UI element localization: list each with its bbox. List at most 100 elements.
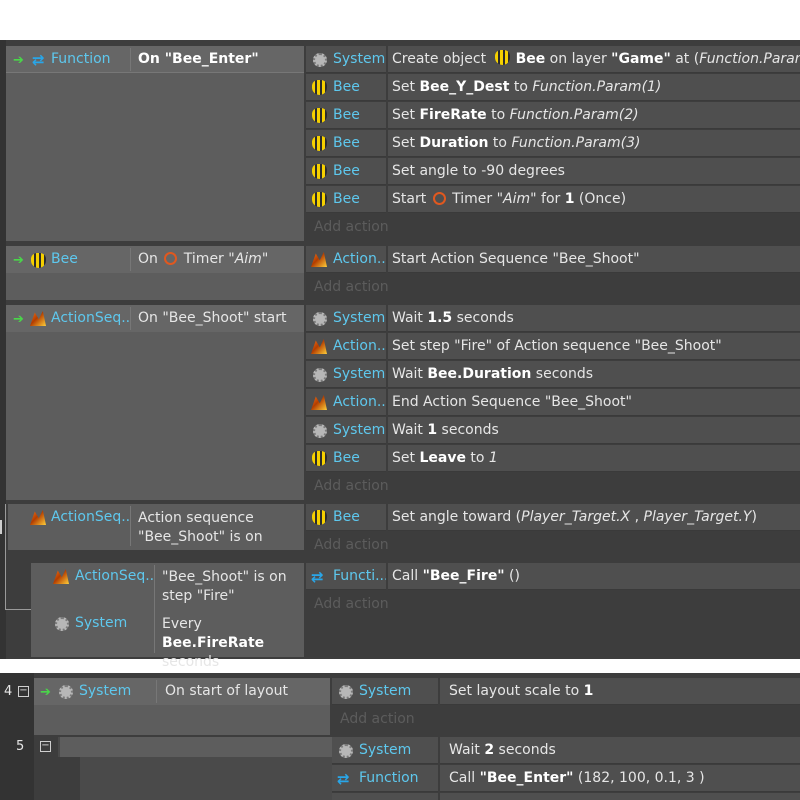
action-object[interactable]: System [333, 417, 386, 444]
action-object[interactable]: Bee [333, 158, 386, 185]
action-object[interactable]: Bee [333, 74, 386, 101]
action-text[interactable]: Wait 2 seconds [449, 737, 799, 764]
action-text-part: to [465, 450, 489, 466]
action-text-part: Wait [392, 310, 428, 326]
action-text[interactable]: Set FireRate to Function.Param(2) [392, 102, 800, 129]
action-text-italic: Player_Target.Y [643, 509, 752, 525]
event-1-condition-text[interactable]: On "Bee_Enter" [138, 46, 298, 73]
action-text-bold: "Bee_Fire" [422, 568, 505, 584]
action-object[interactable]: System [333, 305, 386, 332]
action-text-bold: Leave [419, 450, 466, 466]
condition-text-part: " [261, 251, 269, 267]
action-object[interactable]: System [359, 737, 437, 764]
action-text[interactable]: Set Bee_Y_Dest to Function.Param(1) [392, 74, 800, 101]
action-object[interactable]: Bee [333, 504, 386, 531]
action-object[interactable]: Action... [333, 389, 386, 416]
action-text-italic: 1 [488, 450, 498, 466]
collapse-toggle[interactable]: − [18, 686, 29, 697]
event-4-actions: Bee Set angle toward (Player_Target.X , … [306, 504, 800, 558]
action-object[interactable]: Action... [333, 246, 386, 273]
action-object[interactable]: Function [359, 765, 437, 792]
condition-line-2: step "Fire" [162, 588, 235, 604]
condition-text-italic: Aim [234, 251, 262, 267]
action-text-part: Set [392, 79, 420, 95]
event-2-object[interactable]: Bee [51, 246, 131, 273]
action-text[interactable]: Set layout scale to 1 [449, 678, 799, 705]
add-action-button[interactable]: Add action [314, 274, 434, 301]
add-action-button[interactable]: Add action [314, 214, 434, 241]
event-5-actions: ⇄ Functi... Call "Bee_Fire" () Add actio… [306, 563, 800, 617]
divider [130, 307, 131, 330]
action-text[interactable]: Set angle to -90 degrees [392, 158, 800, 185]
action-object[interactable]: System [359, 678, 437, 705]
action-object[interactable]: Bee [333, 445, 386, 472]
event-5-tree-line [58, 757, 80, 800]
action-text[interactable]: Start Action Sequence "Bee_Shoot" [392, 246, 800, 273]
event-3-condition-text[interactable]: On "Bee_Shoot" start [138, 305, 302, 332]
action-text-bold: Duration [419, 135, 489, 151]
event-4-actions: System Set layout scale to 1 Add action [332, 678, 800, 735]
action-text[interactable]: Start Timer "Aim" for 1 (Once) [392, 186, 800, 213]
action-text[interactable]: End Action Sequence "Bee_Shoot" [392, 389, 800, 416]
event-5-condition-1-text[interactable]: "Bee_Shoot" is on step "Fire" [162, 568, 302, 608]
event-4-condition-text[interactable]: On start of layout [165, 678, 330, 705]
add-action-button[interactable]: Add action [314, 473, 434, 500]
divider [154, 565, 155, 653]
action-object[interactable]: System [333, 46, 386, 73]
action-text[interactable]: Wait Bee.Duration seconds [392, 361, 800, 388]
action-text[interactable]: Set angle toward (Player_Target.X , Play… [392, 504, 800, 531]
action-text[interactable]: Wait 1.5 seconds [392, 305, 800, 332]
action-text-bold: Bee_Y_Dest [419, 79, 510, 95]
action-text-bold: 2 [484, 742, 495, 758]
condition-text-part: Timer " [179, 251, 235, 267]
event-2-condition-text[interactable]: On Timer "Aim" [138, 246, 302, 273]
event-5-header[interactable] [60, 737, 332, 757]
action-object[interactable]: Bee [333, 130, 386, 157]
event-3-condition-block[interactable] [6, 305, 304, 500]
action-object[interactable]: Bee [333, 186, 386, 213]
action-row[interactable] [332, 793, 438, 800]
bee-icon [312, 108, 327, 123]
action-text[interactable]: Set Duration to Function.Param(3) [392, 130, 800, 157]
action-text[interactable]: Set step "Fire" of Action sequence "Bee_… [392, 333, 800, 360]
event-4-object[interactable]: ActionSeq... [51, 504, 131, 531]
trigger-arrow-icon: ➔ [13, 253, 24, 268]
event-4-condition-text[interactable]: Action sequence "Bee_Shoot" is on [138, 509, 302, 549]
action-text[interactable] [440, 793, 800, 800]
action-text-part: Start [392, 191, 431, 207]
action-object[interactable]: Action... [333, 333, 386, 360]
action-object[interactable]: Bee [333, 102, 386, 129]
trigger-arrow-icon: ➔ [40, 685, 51, 700]
event-3-object[interactable]: ActionSeq... [51, 305, 131, 332]
event-1-condition-block[interactable] [6, 46, 304, 241]
condition-line-2: "Bee_Shoot" is on [138, 529, 263, 545]
action-text-italic: Function.Param(0) [699, 51, 800, 67]
collapse-toggle[interactable]: − [40, 741, 51, 752]
action-text[interactable]: Call "Bee_Enter" (182, 100, 0.1, 3 ) [449, 765, 799, 792]
event-5-condition-2-object[interactable]: System [75, 610, 155, 637]
function-icon: ⇄ [337, 770, 350, 788]
action-text-part: Call [392, 568, 423, 584]
action-text[interactable]: Create object Bee on layer "Game" at (Fu… [392, 46, 800, 73]
action-object[interactable]: System [333, 361, 386, 388]
action-text-part: , [630, 509, 644, 525]
event-number: 5 [16, 739, 25, 754]
action-text[interactable]: Call "Bee_Fire" () [392, 563, 800, 590]
event-4-bracket [5, 504, 6, 610]
add-action-button[interactable]: Add action [314, 532, 434, 559]
action-text[interactable]: Wait 1 seconds [392, 417, 800, 444]
add-action-button[interactable]: Add action [340, 706, 460, 733]
action-text-part: " for [530, 191, 565, 207]
event-5-condition-1-object[interactable]: ActionSeq... [75, 563, 155, 590]
event-5-condition-2-text[interactable]: Every Bee.FireRate seconds [162, 615, 302, 670]
action-object[interactable]: Functi... [333, 563, 386, 590]
bee-icon [312, 136, 327, 151]
action-text-bold: Bee.Duration [427, 366, 532, 382]
event-1-object[interactable]: Function [51, 46, 131, 73]
event-5-actions: System Wait 2 seconds ⇄ Function Call "B… [332, 737, 800, 800]
divider [156, 680, 157, 703]
event-4-object[interactable]: System [79, 678, 155, 705]
action-text-part: seconds [452, 310, 514, 326]
action-text[interactable]: Set Leave to 1 [392, 445, 800, 472]
add-action-button[interactable]: Add action [314, 591, 434, 618]
